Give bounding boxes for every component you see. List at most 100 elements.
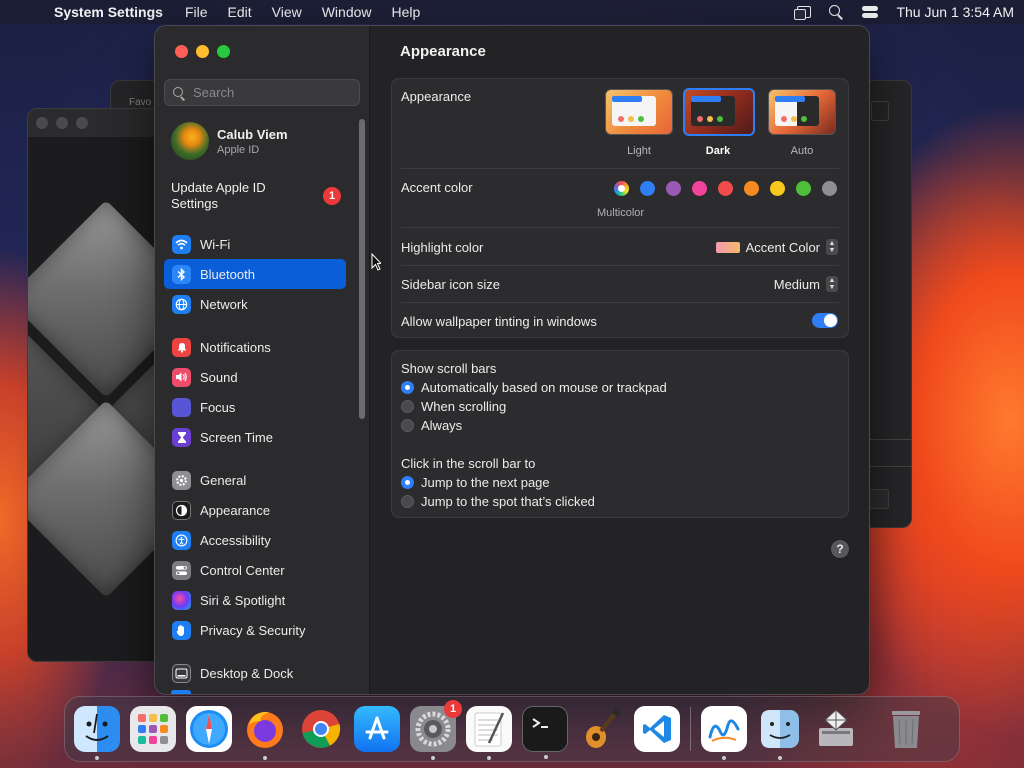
sidebar-icon-size-popup[interactable]: Medium ▲ ▼ [774, 276, 838, 292]
spotlight-search-icon[interactable] [828, 5, 844, 19]
radio-button[interactable] [401, 495, 414, 508]
scroll-bars-option-when-scrolling[interactable]: When scrolling [401, 397, 667, 416]
radio-button[interactable] [401, 419, 414, 432]
zoom-button[interactable] [217, 45, 230, 58]
dock-freeform[interactable] [701, 706, 747, 760]
content-pane: Appearance Appearance Light Dark Auto Ac… [370, 26, 869, 694]
close-button[interactable] [175, 45, 188, 58]
show-scroll-bars-options: Automatically based on mouse or trackpad… [401, 378, 667, 435]
wallpaper-tinting-toggle[interactable] [812, 313, 838, 328]
bell-icon [172, 337, 191, 357]
search-input[interactable] [193, 85, 353, 100]
sidebar-item-appearance[interactable]: Appearance [164, 495, 346, 525]
sidebar-item-general[interactable]: General [164, 465, 346, 495]
menu-file[interactable]: File [185, 4, 208, 20]
zoom-button[interactable] [76, 117, 88, 129]
menu-view[interactable]: View [272, 4, 302, 20]
menu-window[interactable]: Window [322, 4, 372, 20]
sidebar-item-network[interactable]: Network [164, 289, 346, 319]
dock-garageband[interactable] [578, 706, 624, 752]
accent-graphite-swatch[interactable] [822, 181, 837, 196]
menu-clock[interactable]: Thu Jun 1 3:54 AM [896, 4, 1014, 20]
screen-mirroring-icon[interactable] [794, 5, 812, 20]
dock-system-settings[interactable]: 1 [410, 700, 462, 760]
sidebar-scrollbar[interactable] [359, 119, 365, 419]
accent-multicolor-swatch[interactable] [614, 181, 629, 196]
dock-trash[interactable] [883, 706, 929, 752]
help-button[interactable]: ? [831, 540, 849, 558]
dock-separator [690, 707, 691, 751]
dock-finder[interactable] [74, 706, 120, 760]
sidebar-item-desktop-dock[interactable]: Desktop & Dock [164, 658, 346, 688]
close-button[interactable] [36, 117, 48, 129]
chrome-icon [302, 710, 341, 748]
dock-migration-assistant[interactable] [757, 706, 803, 760]
dock-launchpad[interactable] [130, 706, 176, 752]
sidebar-item-siri-spotlight[interactable]: Siri & Spotlight [164, 585, 346, 615]
click-option-spot-clicked[interactable]: Jump to the spot that’s clicked [401, 492, 595, 511]
app-store-icon [365, 716, 389, 740]
accent-purple-swatch[interactable] [666, 181, 681, 196]
menu-help[interactable]: Help [392, 4, 421, 20]
radio-button[interactable] [401, 381, 414, 394]
scroll-bars-option-always[interactable]: Always [401, 416, 667, 435]
dock-chrome[interactable] [298, 706, 344, 752]
sidebar-item-sound[interactable]: Sound [164, 362, 346, 392]
highlight-color-popup[interactable]: Accent Color ▲ ▼ [715, 239, 838, 255]
apple-id-profile[interactable]: Calub Viem Apple ID [171, 122, 288, 160]
row-divider [401, 168, 839, 169]
dock-terminal[interactable] [522, 706, 568, 759]
menu-app-name[interactable]: System Settings [54, 4, 163, 20]
minimize-button[interactable] [56, 117, 68, 129]
sidebar-item-screen-time[interactable]: Screen Time [164, 422, 346, 452]
appearance-label: Appearance [401, 89, 472, 104]
minimize-button[interactable] [196, 45, 209, 58]
sidebar-item-label: Appearance [200, 502, 271, 518]
appearance-option-light[interactable]: Light [604, 89, 674, 157]
sidebar-item-label: Notifications [200, 339, 271, 355]
sidebar-item-focus[interactable]: Focus [164, 392, 346, 422]
sidebar-item-control-center[interactable]: Control Center [164, 555, 346, 585]
radio-button[interactable] [401, 476, 414, 489]
accent-color-picker [614, 181, 837, 196]
dock-firefox[interactable] [242, 706, 288, 760]
row-divider [401, 227, 839, 228]
running-indicator [487, 756, 491, 760]
light-mode-thumbnail [605, 89, 673, 135]
scroll-bars-option-automatic[interactable]: Automatically based on mouse or trackpad [401, 378, 667, 397]
dock-vscode[interactable] [634, 706, 680, 752]
sidebar-item-wifi[interactable]: Wi-Fi [164, 229, 346, 259]
appearance-option-label: Auto [790, 145, 814, 157]
accent-pink-swatch[interactable] [692, 181, 707, 196]
dock-textedit[interactable] [466, 706, 512, 760]
menu-edit[interactable]: Edit [228, 4, 252, 20]
accent-orange-swatch[interactable] [744, 181, 759, 196]
accent-yellow-swatch[interactable] [770, 181, 785, 196]
radio-label: Always [421, 418, 463, 433]
sidebar-item-bluetooth[interactable]: Bluetooth [164, 259, 346, 289]
sidebar-item-notifications[interactable]: Notifications [164, 332, 346, 362]
accent-red-swatch[interactable] [718, 181, 733, 196]
control-center-icon[interactable] [862, 5, 879, 19]
dock-app-store[interactable] [354, 706, 400, 752]
radio-button[interactable] [401, 400, 414, 413]
click-option-next-page[interactable]: Jump to the next page [401, 473, 595, 492]
background-window-control [869, 489, 889, 509]
appearance-option-label: Dark [705, 145, 731, 157]
accent-color-label: Accent color [401, 180, 473, 195]
window-controls [175, 45, 230, 58]
notification-badge: 1 [323, 187, 341, 205]
accent-green-swatch[interactable] [796, 181, 811, 196]
sidebar-item-label: Screen Time [200, 429, 273, 445]
dock-safari[interactable] [186, 706, 232, 752]
update-apple-id-settings[interactable]: Update Apple ID Settings 1 [171, 180, 351, 212]
sidebar-item-label: Network [200, 296, 248, 312]
terminal-prompt-icon [532, 718, 548, 728]
accent-blue-swatch[interactable] [640, 181, 655, 196]
search-field[interactable] [164, 79, 360, 106]
appearance-option-auto[interactable]: Auto [767, 89, 837, 157]
appearance-option-dark[interactable]: Dark [683, 88, 755, 157]
sidebar-item-accessibility[interactable]: Accessibility [164, 525, 346, 555]
dock-boot-camp-assistant[interactable] [813, 706, 859, 752]
sidebar-item-privacy-security[interactable]: Privacy & Security [164, 615, 346, 645]
